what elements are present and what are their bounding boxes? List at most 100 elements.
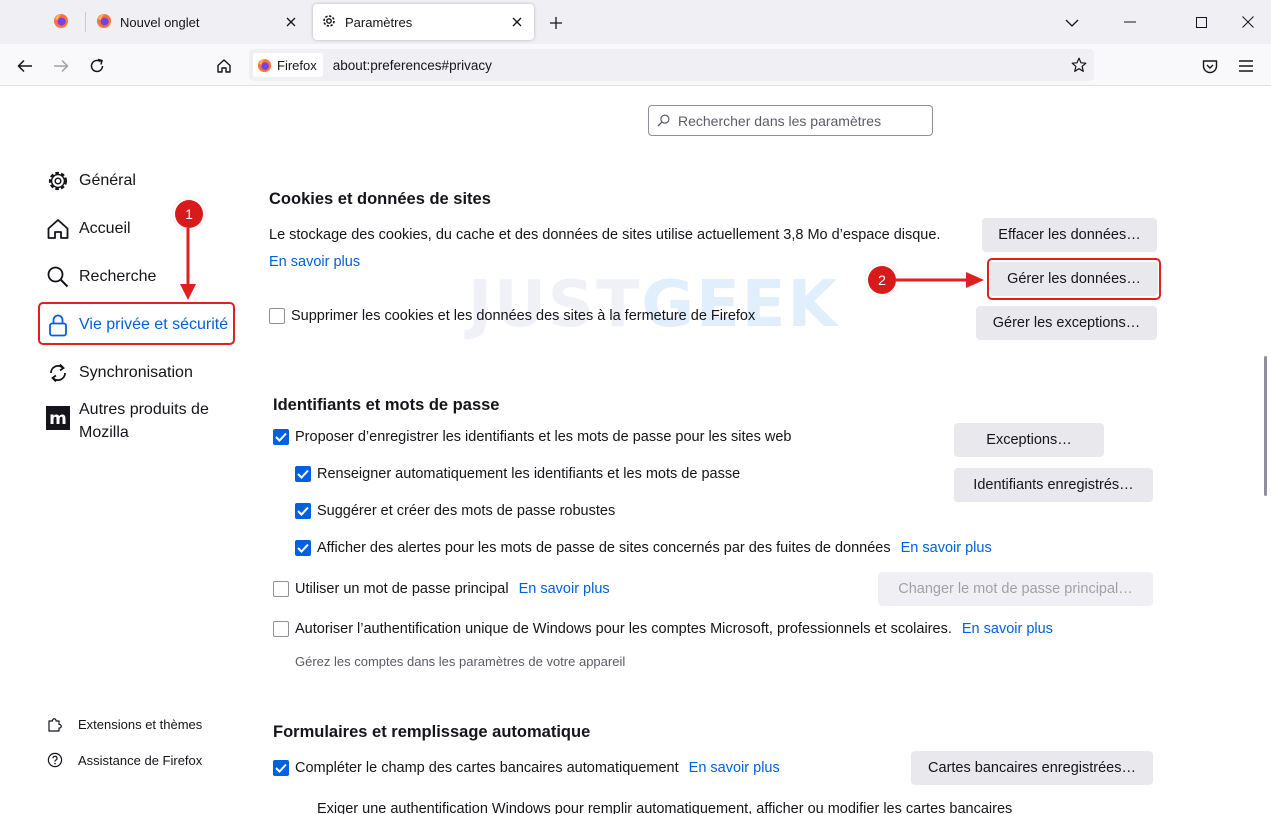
checkbox[interactable] [273, 760, 289, 776]
addons-label: Extensions et thèmes [78, 716, 203, 732]
breach-alerts-checkbox[interactable]: Afficher des alertes pour les mots de pa… [295, 540, 992, 556]
checkbox-label: Supprimer les cookies et les données des… [291, 308, 756, 324]
close-icon[interactable] [280, 11, 302, 33]
checkbox[interactable] [273, 581, 289, 597]
category-general[interactable]: Général [46, 169, 136, 193]
cookies-learn-more-link[interactable]: En savoir plus [269, 254, 360, 270]
checkbox[interactable] [295, 540, 311, 556]
category-label: Recherche [79, 268, 157, 285]
windows-sso-hint: Gérez les comptes dans les paramètres de… [295, 654, 626, 669]
offer-save-logins-checkbox[interactable]: Proposer d’enregistrer les identifiants … [273, 429, 791, 445]
autofill-logins-checkbox[interactable]: Renseigner automatiquement les identifia… [295, 466, 740, 482]
url-text[interactable]: about:preferences#privacy [333, 58, 1066, 73]
new-tab-button[interactable] [544, 11, 568, 35]
watermark-logo: JUSTGEEK [468, 268, 840, 342]
firefox-logo-icon [257, 58, 272, 72]
back-button[interactable] [11, 52, 39, 80]
primary-password-checkbox[interactable]: Utiliser un mot de passe principal En sa… [273, 581, 610, 597]
pocket-button[interactable] [1196, 52, 1224, 80]
addons-link[interactable]: Extensions et thèmes [46, 715, 202, 733]
checkbox[interactable] [295, 466, 311, 482]
checkbox-label: Proposer d’enregistrer les identifiants … [295, 429, 792, 445]
checkbox-label: Autoriser l’authentification unique de W… [295, 621, 952, 637]
close-icon [1242, 16, 1254, 28]
checkbox-label: Compléter le champ des cartes bancaires … [295, 760, 679, 776]
identity-label: Firefox [277, 57, 317, 73]
mozilla-logo-icon: m [46, 406, 70, 430]
category-more-from-mozilla[interactable]: m Autres produits de Mozilla [46, 398, 229, 444]
puzzle-icon [46, 715, 64, 733]
manage-exceptions-button[interactable]: Gérer les exceptions… [976, 306, 1157, 340]
svg-text:m: m [49, 409, 67, 429]
windows-sso-checkbox[interactable]: Autoriser l’authentification unique de W… [273, 621, 1053, 637]
checkbox-label: Afficher des alertes pour les mots de pa… [317, 540, 891, 556]
saved-logins-button[interactable]: Identifiants enregistrés… [954, 468, 1153, 502]
url-bar[interactable]: Firefox about:preferences#privacy [249, 49, 1094, 81]
reload-button[interactable] [83, 52, 111, 80]
checkbox[interactable] [269, 308, 285, 324]
tab-label: Paramètres [345, 14, 413, 30]
tab-nouvel-onglet[interactable]: Nouvel onglet [88, 4, 308, 40]
checkbox[interactable] [273, 429, 289, 445]
bookmark-star-icon[interactable] [1066, 52, 1092, 78]
category-home[interactable]: Accueil [46, 217, 131, 241]
close-icon[interactable] [506, 11, 528, 33]
hamburger-menu-icon [1239, 60, 1253, 72]
search-placeholder: Rechercher dans les paramètres [678, 112, 882, 129]
checkbox-label: Utiliser un mot de passe principal [295, 581, 509, 597]
maximize-button[interactable] [1186, 8, 1216, 36]
autofill-cards-learn-more-link[interactable]: En savoir plus [689, 760, 780, 776]
category-sync[interactable]: Synchronisation [46, 361, 193, 385]
checkbox-label: Renseigner automatiquement les identifia… [317, 466, 741, 482]
saved-cards-button[interactable]: Cartes bancaires enregistrées… [911, 751, 1153, 785]
annotation-badge-1: 1 [175, 200, 203, 228]
close-window-button[interactable] [1233, 8, 1263, 36]
cookies-description: Le stockage des cookies, du cache et des… [269, 227, 941, 243]
tab-parametres[interactable]: Paramètres [313, 4, 534, 40]
list-all-tabs-button[interactable] [1060, 12, 1084, 34]
home-icon [46, 217, 70, 241]
category-label: Accueil [79, 220, 131, 237]
back-arrow-icon [17, 59, 32, 73]
suggest-passwords-checkbox[interactable]: Suggérer et créer des mots de passe robu… [295, 503, 615, 519]
primary-password-learn-more-link[interactable]: En savoir plus [519, 581, 610, 597]
minimize-icon [1124, 21, 1136, 23]
windows-sso-learn-more-link[interactable]: En savoir plus [962, 621, 1053, 637]
home-button[interactable] [210, 52, 238, 80]
checkbox-label: Suggérer et créer des mots de passe robu… [317, 503, 616, 519]
annotation-highlight-manage-data [987, 258, 1161, 300]
forward-arrow-icon [54, 59, 69, 73]
gear-icon [321, 13, 337, 32]
change-primary-password-button[interactable]: Changer le mot de passe principal… [878, 572, 1153, 606]
annotation-badge-2: 2 [868, 266, 896, 294]
home-icon [217, 59, 231, 73]
category-label: Synchronisation [79, 364, 193, 381]
breach-alerts-learn-more-link[interactable]: En savoir plus [901, 540, 992, 556]
delete-cookies-on-close-checkbox[interactable]: Supprimer les cookies et les données des… [269, 308, 755, 324]
app-menu-button[interactable] [1232, 52, 1260, 80]
forward-button[interactable] [47, 52, 75, 80]
search-icon [657, 114, 670, 127]
category-label: Général [79, 172, 136, 189]
plus-icon [550, 17, 562, 29]
clear-data-button[interactable]: Effacer les données… [982, 218, 1157, 252]
firefox-logo-icon [53, 13, 69, 32]
settings-search-input[interactable]: Rechercher dans les paramètres [648, 105, 933, 136]
login-exceptions-button[interactable]: Exceptions… [954, 423, 1104, 457]
maximize-icon [1195, 16, 1207, 28]
category-search[interactable]: Recherche [46, 265, 156, 289]
support-label: Assistance de Firefox [78, 752, 203, 768]
firefox-logo-icon [96, 13, 112, 32]
require-auth-text: Exiger une authentification Windows pour… [317, 801, 1013, 814]
scrollbar[interactable] [1259, 86, 1271, 814]
scrollbar-thumb[interactable] [1264, 356, 1267, 496]
minimize-button[interactable] [1115, 8, 1145, 36]
tab-pinned-firefox[interactable] [40, 4, 82, 40]
cookies-heading: Cookies et données de sites [269, 190, 491, 208]
checkbox[interactable] [273, 621, 289, 637]
checkbox[interactable] [295, 503, 311, 519]
identity-box[interactable]: Firefox [253, 53, 323, 77]
autofill-cards-checkbox[interactable]: Compléter le champ des cartes bancaires … [273, 760, 780, 776]
support-link[interactable]: Assistance de Firefox [46, 751, 202, 769]
search-icon [46, 265, 70, 289]
